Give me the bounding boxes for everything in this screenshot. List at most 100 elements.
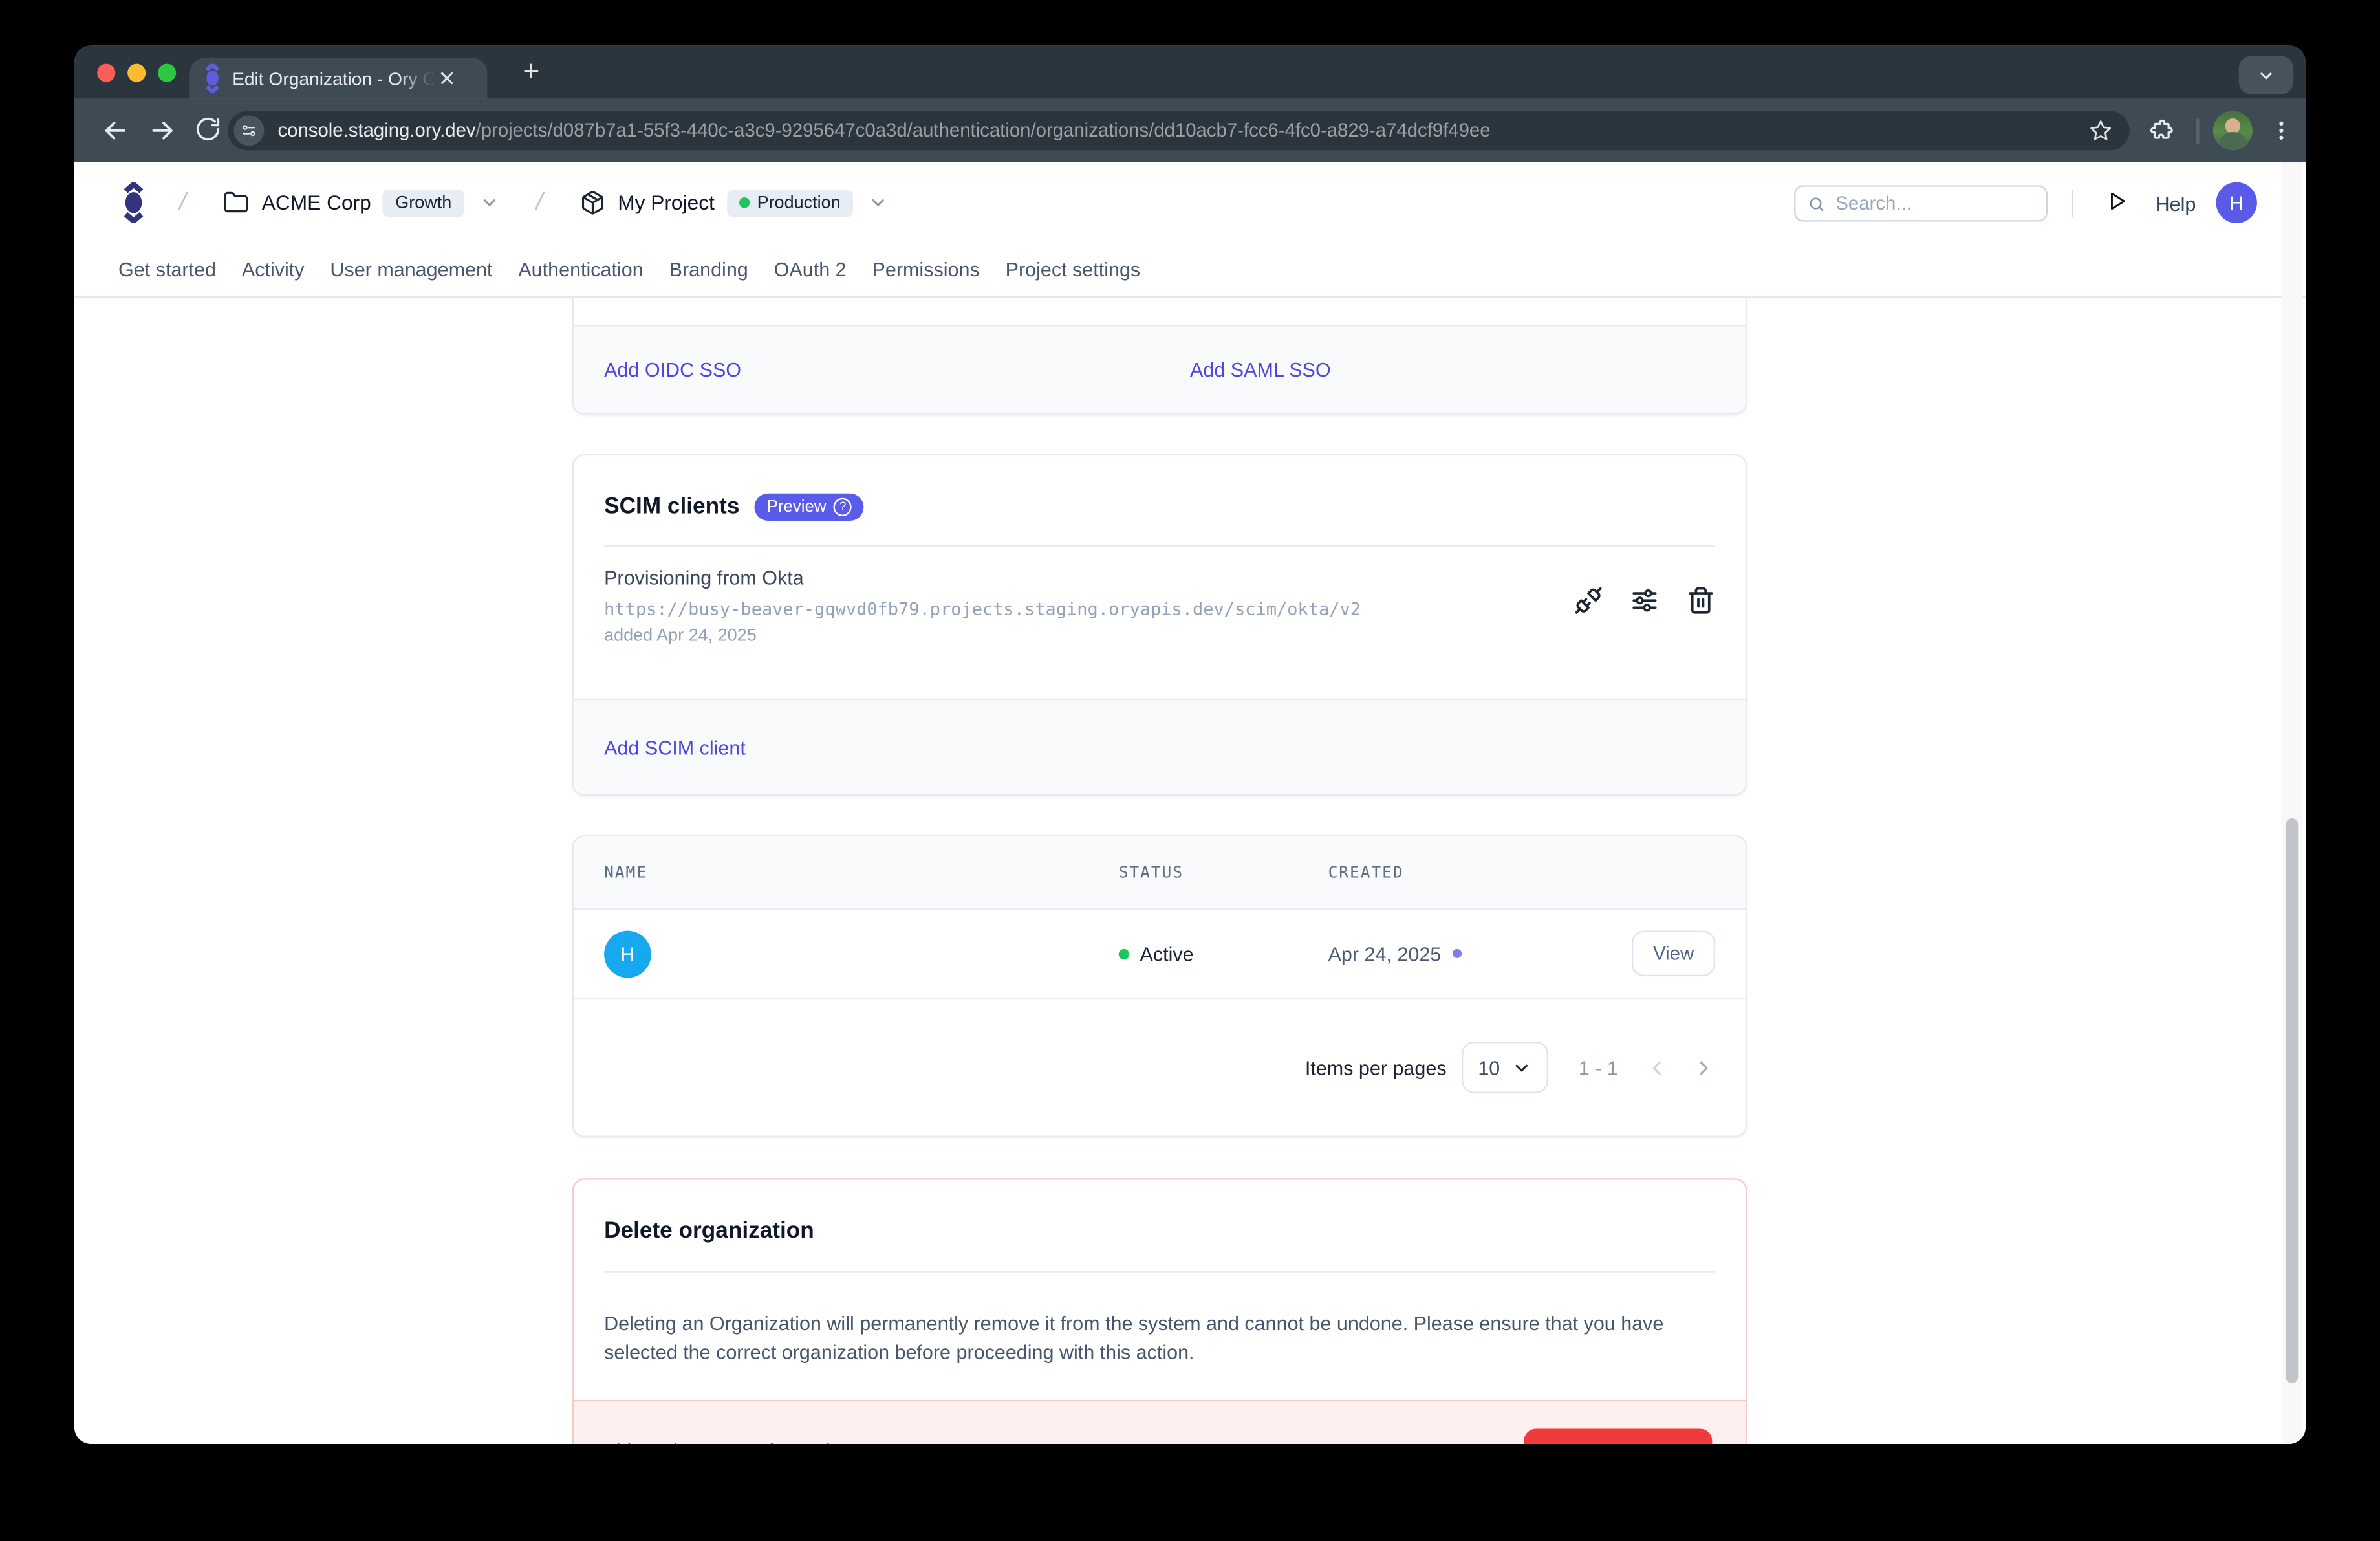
search-input[interactable] — [1835, 193, 2034, 214]
browser-tab[interactable]: Edit Organization - Ory Conso — [189, 58, 487, 98]
site-settings-icon[interactable] — [233, 115, 264, 146]
help-circle-icon[interactable]: ? — [834, 497, 852, 516]
status-dot — [1119, 948, 1129, 959]
scim-client-url: https://busy-beaver-gqwvd0fb79.projects.… — [604, 598, 1715, 620]
ory-favicon — [203, 64, 221, 93]
back-button[interactable] — [100, 115, 131, 146]
minimize-window-button[interactable] — [127, 64, 146, 82]
workspace-name[interactable]: ACME Corp — [262, 191, 371, 214]
delete-organization-button[interactable]: Delete organization — [1524, 1428, 1712, 1444]
items-per-page-label: Items per pages — [1305, 1056, 1447, 1078]
scim-clients-card: SCIM clients Preview ? Provisioning from… — [572, 454, 1747, 796]
add-scim-client-link[interactable]: Add SCIM client — [604, 736, 746, 758]
arrow-left-icon — [100, 115, 131, 146]
reload-icon — [194, 115, 221, 142]
header-divider — [2072, 190, 2073, 217]
page: / ACME Corp Growth / My Project Producti… — [74, 162, 2306, 1444]
organizations-table-card: NAME STATUS CREATED H Active Apr 24, 202… — [572, 835, 1747, 1137]
nav-branding[interactable]: Branding — [669, 258, 748, 281]
tab-close-icon[interactable] — [438, 70, 455, 87]
browser-menu-icon[interactable] — [2269, 117, 2294, 144]
nav-activity[interactable]: Activity — [242, 258, 305, 281]
app-header: / ACME Corp Growth / My Project Producti… — [74, 162, 2306, 243]
scim-card-footer: Add SCIM client — [574, 699, 1746, 794]
items-per-page-select[interactable]: 10 — [1462, 1042, 1548, 1093]
sliders-settings-icon[interactable] — [1630, 586, 1660, 615]
content-column: Add OIDC SSO Add SAML SSO SCIM clients P… — [572, 298, 1747, 1444]
environment-status-dot — [739, 197, 749, 208]
created-date: Apr 24, 2025 — [1328, 942, 1442, 965]
nav-user-management[interactable]: User management — [330, 258, 492, 281]
project-name[interactable]: My Project — [618, 191, 715, 214]
scim-client-row: Provisioning from Okta https://busy-beav… — [574, 547, 1746, 699]
scim-card-header: SCIM clients Preview ? — [574, 455, 1746, 545]
scim-client-name: Provisioning from Okta — [604, 566, 1715, 589]
tab-title: Edit Organization - Ory Conso — [232, 67, 433, 89]
tab-search-chevron-button[interactable] — [2239, 56, 2293, 94]
arrow-right-icon — [147, 115, 178, 146]
delete-card-footer: This action cannot be undone. Delete org… — [574, 1399, 1746, 1444]
pagination-next-icon[interactable] — [1693, 1056, 1715, 1078]
nav-permissions[interactable]: Permissions — [872, 258, 980, 281]
nav-project-settings[interactable]: Project settings — [1006, 258, 1141, 281]
view-button[interactable]: View — [1632, 931, 1715, 976]
created-indicator-dot — [1453, 949, 1462, 958]
url-bar[interactable]: console.staging.ory.dev/projects/d087b7a… — [228, 111, 2130, 150]
close-window-button[interactable] — [97, 64, 115, 82]
help-link[interactable]: Help — [2156, 193, 2196, 215]
browser-toolbar: console.staging.ory.dev/projects/d087b7a… — [74, 99, 2306, 163]
forward-button[interactable] — [147, 115, 178, 146]
trash-icon[interactable] — [1686, 586, 1715, 615]
package-icon — [580, 190, 606, 215]
browser-window: Edit Organization - Ory Conso + — [74, 45, 2306, 1444]
delete-card-description: Deleting an Organization will permanentl… — [574, 1273, 1746, 1399]
playground-play-icon[interactable] — [2105, 190, 2128, 212]
tab-strip: Edit Organization - Ory Conso + — [74, 45, 2306, 98]
scim-card-title: SCIM clients — [604, 494, 739, 519]
chevron-down-icon — [2257, 66, 2275, 84]
sso-card: Add OIDC SSO Add SAML SSO — [572, 298, 1747, 415]
add-oidc-sso-link[interactable]: Add OIDC SSO — [604, 358, 741, 380]
folder-icon — [224, 190, 250, 215]
url-path: /projects/d087b7a1-55f3-440c-a3c9-929564… — [476, 120, 1491, 141]
column-status: STATUS — [1119, 863, 1328, 881]
workspace-chevron-icon[interactable] — [479, 193, 499, 213]
screen: Edit Organization - Ory Conso + — [0, 0, 2380, 1541]
extensions-puzzle-icon[interactable] — [2149, 118, 2175, 144]
pagination-prev-icon[interactable] — [1645, 1056, 1668, 1078]
reload-button[interactable] — [194, 115, 221, 142]
user-avatar[interactable]: H — [2216, 182, 2257, 223]
project-nav: Get started Activity User management Aut… — [74, 243, 2306, 298]
scim-client-actions — [1574, 586, 1715, 615]
nav-get-started[interactable]: Get started — [118, 258, 216, 281]
bookmark-star-icon[interactable] — [2088, 118, 2113, 143]
ory-logo — [122, 182, 146, 223]
nav-authentication[interactable]: Authentication — [518, 258, 643, 281]
breadcrumb-separator: / — [176, 189, 188, 216]
status-label: Active — [1140, 942, 1194, 965]
sso-card-footer: Add OIDC SSO Add SAML SSO — [574, 325, 1746, 413]
pagination: Items per pages 10 1 - 1 — [574, 999, 1746, 1135]
plan-badge: Growth — [384, 189, 464, 216]
delete-organization-card: Delete organization Deleting an Organiza… — [572, 1178, 1747, 1444]
environment-badge: Production — [727, 189, 853, 216]
delete-card-title: Delete organization — [604, 1216, 1715, 1247]
browser-profile-avatar[interactable] — [2213, 111, 2253, 150]
nav-oauth2[interactable]: OAuth 2 — [774, 258, 847, 281]
url-host: console.staging.ory.dev — [277, 120, 475, 141]
row-avatar: H — [604, 930, 651, 978]
new-tab-button[interactable]: + — [512, 53, 551, 93]
scrollbar-thumb[interactable] — [2286, 818, 2298, 1383]
toolbar-divider — [2196, 118, 2200, 144]
unplug-icon[interactable] — [1574, 586, 1603, 615]
macos-traffic-lights — [97, 64, 176, 82]
add-saml-sso-link[interactable]: Add SAML SSO — [1190, 358, 1331, 380]
fullscreen-window-button[interactable] — [158, 64, 176, 82]
column-name: NAME — [604, 863, 1119, 881]
chevron-down-icon — [1512, 1058, 1532, 1078]
pagination-range: 1 - 1 — [1579, 1056, 1618, 1078]
project-chevron-icon[interactable] — [868, 193, 888, 213]
scrollbar-track[interactable] — [2281, 162, 2302, 1444]
table-row[interactable]: H Active Apr 24, 2025 View — [574, 910, 1746, 999]
search-box[interactable] — [1794, 185, 2048, 221]
